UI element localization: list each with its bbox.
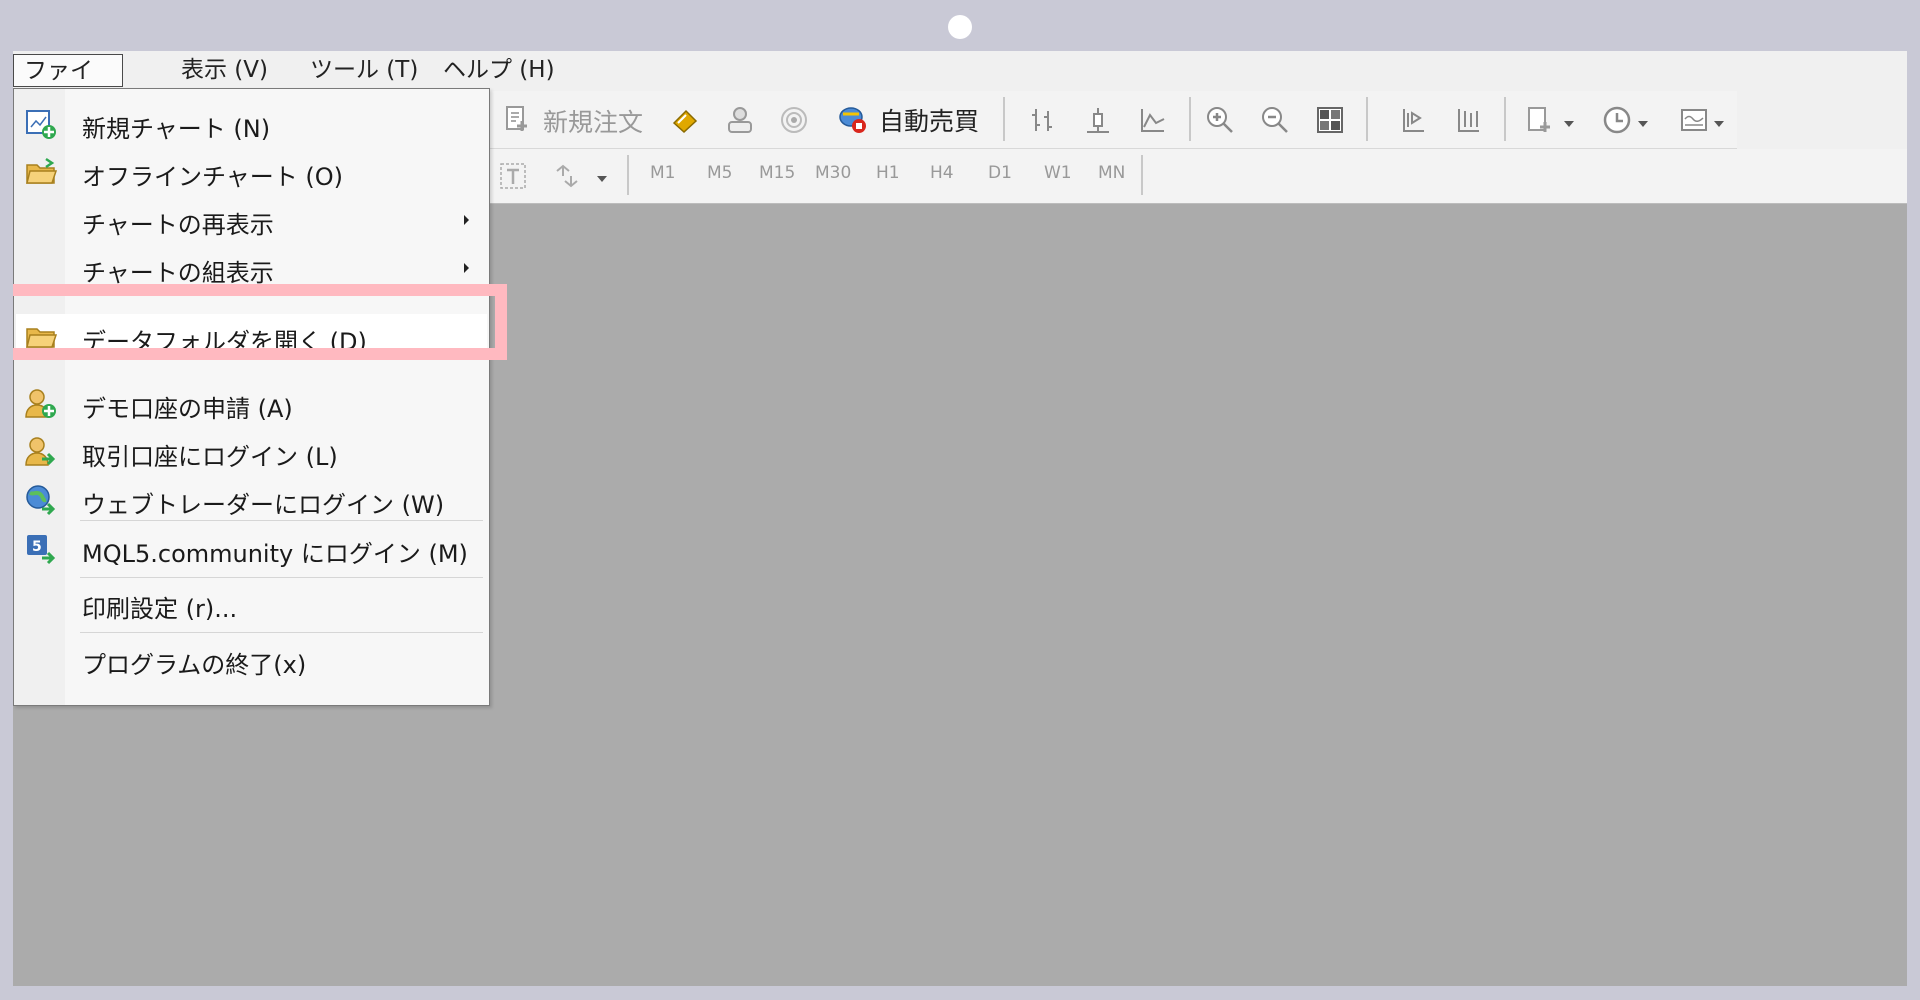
toolbar-separator xyxy=(1366,97,1368,141)
menu-separator xyxy=(80,520,483,521)
auto-trading-label[interactable]: 自動売買 xyxy=(879,102,979,138)
toolbar-separator xyxy=(627,155,629,195)
menu-separator xyxy=(80,577,483,578)
menu-item-label: デモ口座の申請 (A) xyxy=(82,395,293,423)
menu-item-offline-chart[interactable]: オフラインチャート (O) xyxy=(16,149,487,193)
timeframe-m5[interactable]: M5 xyxy=(707,163,732,183)
toolbar-separator xyxy=(1141,155,1143,195)
new-chart-icon xyxy=(24,107,58,141)
menu-item-label: オフラインチャート (O) xyxy=(82,163,344,191)
timeframe-w1[interactable]: W1 xyxy=(1044,163,1072,183)
menu-item-label: 取引口座にログイン (L) xyxy=(82,443,338,471)
templates-icon[interactable] xyxy=(1677,103,1711,137)
signal-icon[interactable] xyxy=(777,103,811,137)
toolbar-separator xyxy=(1003,97,1005,141)
menu-item-login-webtrader[interactable]: ウェブトレーダーにログイン (W) xyxy=(16,477,487,521)
mql5-icon: 5 xyxy=(24,532,58,566)
timeframe-d1[interactable]: D1 xyxy=(988,163,1012,183)
open-folder-icon xyxy=(24,155,58,189)
menu-item-chart-group[interactable]: チャートの組表示 xyxy=(16,245,487,289)
periodicity-dropdown-icon[interactable] xyxy=(1638,121,1648,127)
menu-item-exit[interactable]: プログラムの終了(x) xyxy=(16,637,487,681)
menu-bar: ファイル (F) 表示 (V) ツール (T) ヘルプ (H) xyxy=(13,51,1907,117)
menu-separator xyxy=(80,632,483,633)
chart-shift-icon[interactable] xyxy=(1396,103,1430,137)
text-tool-icon[interactable] xyxy=(496,159,530,193)
zoom-out-icon[interactable] xyxy=(1258,103,1292,137)
add-user-icon xyxy=(24,387,58,421)
arrows-dropdown-icon[interactable] xyxy=(597,176,607,182)
menu-item-label: ウェブトレーダーにログイン (W) xyxy=(82,491,445,519)
svg-text:5: 5 xyxy=(32,539,42,555)
menu-item-label: 新規チャート (N) xyxy=(82,115,271,143)
new-order-label[interactable]: 新規注文 xyxy=(543,103,643,139)
auto-trading-icon[interactable] xyxy=(835,102,869,136)
globe-icon xyxy=(24,483,58,517)
toolbar-separator xyxy=(1189,97,1191,141)
periodicity-clock-icon[interactable] xyxy=(1600,103,1634,137)
menu-item-print-setup[interactable]: 印刷設定 (r)... xyxy=(16,581,487,625)
application-window: ファイル (F) 表示 (V) ツール (T) ヘルプ (H) 新規注文 自動売… xyxy=(13,51,1907,986)
timeframe-h4[interactable]: H4 xyxy=(930,163,954,183)
menu-item-login-trade-account[interactable]: 取引口座にログイン (L) xyxy=(16,429,487,473)
tile-windows-icon[interactable] xyxy=(1313,103,1347,137)
menu-item-label: チャートの再表示 xyxy=(82,211,274,239)
new-order-icon[interactable] xyxy=(500,102,534,136)
templates-dropdown-icon[interactable] xyxy=(1714,121,1724,127)
indicators-dropdown-icon[interactable] xyxy=(1564,121,1574,127)
market-watch-icon[interactable] xyxy=(668,103,702,137)
highlight-annotation xyxy=(13,284,507,360)
bar-chart-icon[interactable] xyxy=(1026,103,1060,137)
toolbar-separator xyxy=(1504,97,1506,141)
menu-help[interactable]: ヘルプ (H) xyxy=(433,54,565,87)
file-dropdown-menu: 新規チャート (N) オフラインチャート (O) チャートの再表示 チャートの組… xyxy=(13,88,490,706)
submenu-arrow-icon xyxy=(464,215,469,225)
menu-item-label: MQL5.community にログイン (M) xyxy=(82,540,468,568)
menu-item-label: チャートの組表示 xyxy=(82,259,274,287)
candlestick-icon[interactable] xyxy=(1081,103,1115,137)
submenu-arrow-icon xyxy=(464,263,469,273)
menu-item-login-mql5[interactable]: 5 MQL5.community にログイン (M) xyxy=(16,526,487,570)
timeframe-mn[interactable]: MN xyxy=(1098,163,1125,183)
login-user-icon xyxy=(24,435,58,469)
menu-view[interactable]: 表示 (V) xyxy=(171,54,278,87)
window-indicator-dot xyxy=(948,15,972,39)
indicators-icon[interactable] xyxy=(1523,103,1557,137)
timeframe-m30[interactable]: M30 xyxy=(815,163,851,183)
zoom-in-icon[interactable] xyxy=(1203,103,1237,137)
menu-item-demo-account[interactable]: デモ口座の申請 (A) xyxy=(16,381,487,425)
timeframe-h1[interactable]: H1 xyxy=(876,163,900,183)
menu-tools[interactable]: ツール (T) xyxy=(300,54,428,87)
menu-item-new-chart[interactable]: 新規チャート (N) xyxy=(16,101,487,145)
line-chart-icon[interactable] xyxy=(1136,103,1170,137)
menu-item-chart-redisplay[interactable]: チャートの再表示 xyxy=(16,197,487,241)
timeframe-m1[interactable]: M1 xyxy=(650,163,675,183)
timeframe-m15[interactable]: M15 xyxy=(759,163,795,183)
auto-scroll-icon[interactable] xyxy=(1451,103,1485,137)
navigator-icon[interactable] xyxy=(723,103,757,137)
menu-item-label: プログラムの終了(x) xyxy=(82,651,307,679)
menu-item-label: 印刷設定 (r)... xyxy=(82,595,238,623)
arrows-tool-icon[interactable] xyxy=(550,159,584,193)
menu-file[interactable]: ファイル (F) xyxy=(13,54,123,117)
